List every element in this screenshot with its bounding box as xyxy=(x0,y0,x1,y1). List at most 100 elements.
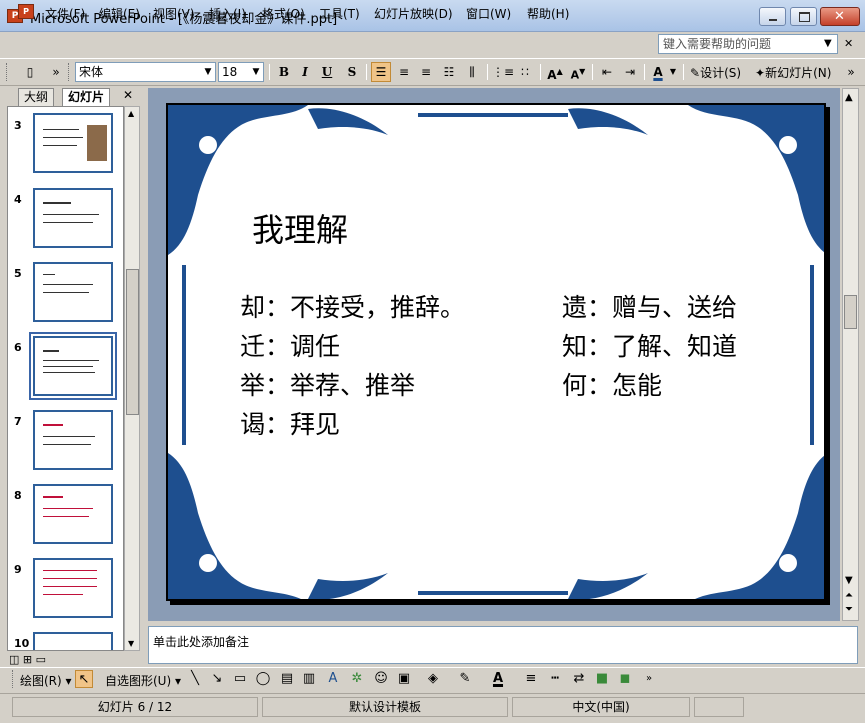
maximize-button[interactable] xyxy=(790,7,817,26)
slide-title[interactable]: 我理解 xyxy=(252,205,348,251)
picture-icon[interactable]: ▣ xyxy=(395,670,413,688)
design-button[interactable]: ✎设计(S) xyxy=(690,64,741,81)
slide-line-right-2[interactable]: 知：了解、知道 xyxy=(562,327,737,363)
slide-line-left-1[interactable]: 却：不接受，推辞。 xyxy=(240,288,465,324)
font-color-icon[interactable]: A xyxy=(489,670,507,688)
toolbar-grip[interactable] xyxy=(68,63,71,81)
slide-thumbnail-4[interactable] xyxy=(33,188,113,248)
tab-outline[interactable]: 大纲 xyxy=(18,88,55,106)
select-pointer-icon[interactable]: ↖ xyxy=(75,670,93,688)
scroll-up-icon[interactable]: ▲ xyxy=(845,92,853,103)
align-left-button[interactable]: ☰ xyxy=(371,62,391,82)
menu-insert[interactable]: 插入(I) xyxy=(209,5,246,22)
slide-line-left-4[interactable]: 谒：拜见 xyxy=(240,405,340,441)
slide-line-left-2[interactable]: 迁：调任 xyxy=(240,327,340,363)
slide-thumbnail-8[interactable] xyxy=(33,484,113,544)
menu-help[interactable]: 帮助(H) xyxy=(527,5,569,22)
justify-button[interactable]: ☷ xyxy=(439,62,459,82)
vertical-text-button[interactable]: ⫼ xyxy=(462,62,482,82)
chevron-down-icon[interactable]: ▼ xyxy=(668,62,678,82)
template-status[interactable]: 默认设计模板 xyxy=(262,697,508,717)
menu-view[interactable]: 视图(V) xyxy=(153,5,195,22)
autoshapes-button[interactable]: 自选图形(U) ▾ xyxy=(105,672,181,689)
slide-thumbnail-5[interactable] xyxy=(33,262,113,322)
editor-scrollbar[interactable] xyxy=(842,88,859,621)
vertical-textbox-icon[interactable]: ▥ xyxy=(300,670,318,688)
arrow-tool-icon[interactable]: ↘ xyxy=(208,670,226,688)
new-slide-button[interactable]: ✦新幻灯片(N) xyxy=(755,64,831,81)
toolbar-options-icon[interactable]: » xyxy=(640,670,658,688)
slides-scrollbar[interactable]: ▲ ▼ xyxy=(124,106,140,651)
slide-thumbnail-6[interactable] xyxy=(29,332,117,400)
menu-format[interactable]: 格式(O) xyxy=(262,5,305,22)
notes-placeholder[interactable]: 单击此处添加备注 xyxy=(153,633,249,650)
decrease-font-size-button[interactable]: A▼ xyxy=(568,62,588,82)
font-size-select[interactable]: 18 ▼ xyxy=(218,62,264,82)
current-slide[interactable]: 我理解 却：不接受，推辞。 迁：调任 举：举荐、推举 谒：拜见 遗：赠与、送给 … xyxy=(166,103,826,601)
draw-menu-button[interactable]: 绘图(R) ▾ xyxy=(20,672,72,689)
toolbar-options-icon[interactable]: » xyxy=(50,62,62,82)
slide-thumbnail-7[interactable] xyxy=(33,410,113,470)
slide-line-left-3[interactable]: 举：举荐、推举 xyxy=(240,366,415,402)
numbered-list-button[interactable]: ⋮≡ xyxy=(492,62,514,82)
italic-button[interactable]: I xyxy=(295,62,315,82)
shadow-style-icon[interactable]: ■ xyxy=(593,670,611,688)
slideshow-view-icon[interactable]: ▭ xyxy=(36,653,46,666)
menu-file[interactable]: 文件(F) xyxy=(45,5,85,22)
scroll-up-icon[interactable]: ▲ xyxy=(128,109,134,118)
line-color-icon[interactable]: ✎ xyxy=(456,670,474,688)
toolbar-grip[interactable] xyxy=(6,63,9,81)
clipart-icon[interactable]: ☺ xyxy=(372,670,390,688)
rectangle-tool-icon[interactable]: ▭ xyxy=(231,670,249,688)
scrollbar-thumb[interactable] xyxy=(126,269,139,415)
line-tool-icon[interactable]: ╲ xyxy=(186,670,204,688)
menu-tools[interactable]: 工具(T) xyxy=(319,5,360,22)
menu-slideshow[interactable]: 幻灯片放映(D) xyxy=(374,5,453,22)
fill-color-icon[interactable]: ◈ xyxy=(424,670,442,688)
scroll-down-icon[interactable]: ▼ xyxy=(845,575,853,586)
slide-line-right-3[interactable]: 何：怎能 xyxy=(562,366,662,402)
scroll-down-icon[interactable]: ▼ xyxy=(128,639,134,648)
scrollbar-thumb[interactable] xyxy=(844,295,857,329)
increase-font-size-button[interactable]: A▲ xyxy=(545,62,565,82)
dash-style-icon[interactable]: ┅ xyxy=(546,670,564,688)
font-name-select[interactable]: 宋体 ▼ xyxy=(75,62,216,82)
bullet-list-button[interactable]: ∷ xyxy=(515,62,535,82)
tab-slides[interactable]: 幻灯片 xyxy=(62,88,111,106)
align-center-button[interactable]: ≡ xyxy=(394,62,414,82)
arrow-style-icon[interactable]: ⇄ xyxy=(570,670,588,688)
document-icon[interactable]: P xyxy=(18,4,34,19)
new-document-icon[interactable]: ▯ xyxy=(20,62,40,82)
decrease-indent-button[interactable]: ⇤ xyxy=(597,62,617,82)
oval-tool-icon[interactable]: ◯ xyxy=(254,670,272,688)
3d-style-icon[interactable]: ◼ xyxy=(616,670,634,688)
previous-slide-icon[interactable]: ⏶ xyxy=(845,590,853,601)
help-search-input[interactable]: 键入需要帮助的问题 xyxy=(658,34,838,54)
menu-window[interactable]: 窗口(W) xyxy=(466,5,511,22)
next-slide-icon[interactable]: ⏷ xyxy=(845,604,853,615)
minimize-button[interactable] xyxy=(759,7,786,26)
slide-sorter-icon[interactable]: ⊞ xyxy=(23,653,32,666)
chevron-down-icon[interactable]: ▼ xyxy=(249,63,263,81)
align-right-button[interactable]: ≡ xyxy=(416,62,436,82)
chevron-down-icon[interactable]: ▼ xyxy=(201,63,215,81)
close-button[interactable] xyxy=(820,7,860,26)
normal-view-icon[interactable]: ◫ xyxy=(9,653,19,666)
line-style-icon[interactable]: ≡ xyxy=(522,670,540,688)
toolbar-grip[interactable] xyxy=(12,670,15,688)
slide-thumbnail-10[interactable] xyxy=(33,632,113,650)
increase-indent-button[interactable]: ⇥ xyxy=(620,62,640,82)
shadow-button[interactable]: S xyxy=(342,62,362,82)
notes-pane[interactable]: 单击此处添加备注 xyxy=(148,626,858,664)
font-color-button[interactable]: A xyxy=(648,62,668,82)
slide-line-right-1[interactable]: 遗：赠与、送给 xyxy=(562,288,737,324)
bold-button[interactable]: B xyxy=(274,62,294,82)
slide-thumbnail-3[interactable] xyxy=(33,113,113,173)
document-close-icon[interactable]: ✕ xyxy=(844,37,853,50)
underline-button[interactable]: U xyxy=(317,62,337,82)
textbox-icon[interactable]: ▤ xyxy=(278,670,296,688)
toolbar-options-icon[interactable]: » xyxy=(845,62,857,82)
close-icon[interactable]: ✕ xyxy=(123,88,133,102)
menu-edit[interactable]: 编辑(E) xyxy=(99,5,140,22)
diagram-icon[interactable]: ✲ xyxy=(348,670,366,688)
